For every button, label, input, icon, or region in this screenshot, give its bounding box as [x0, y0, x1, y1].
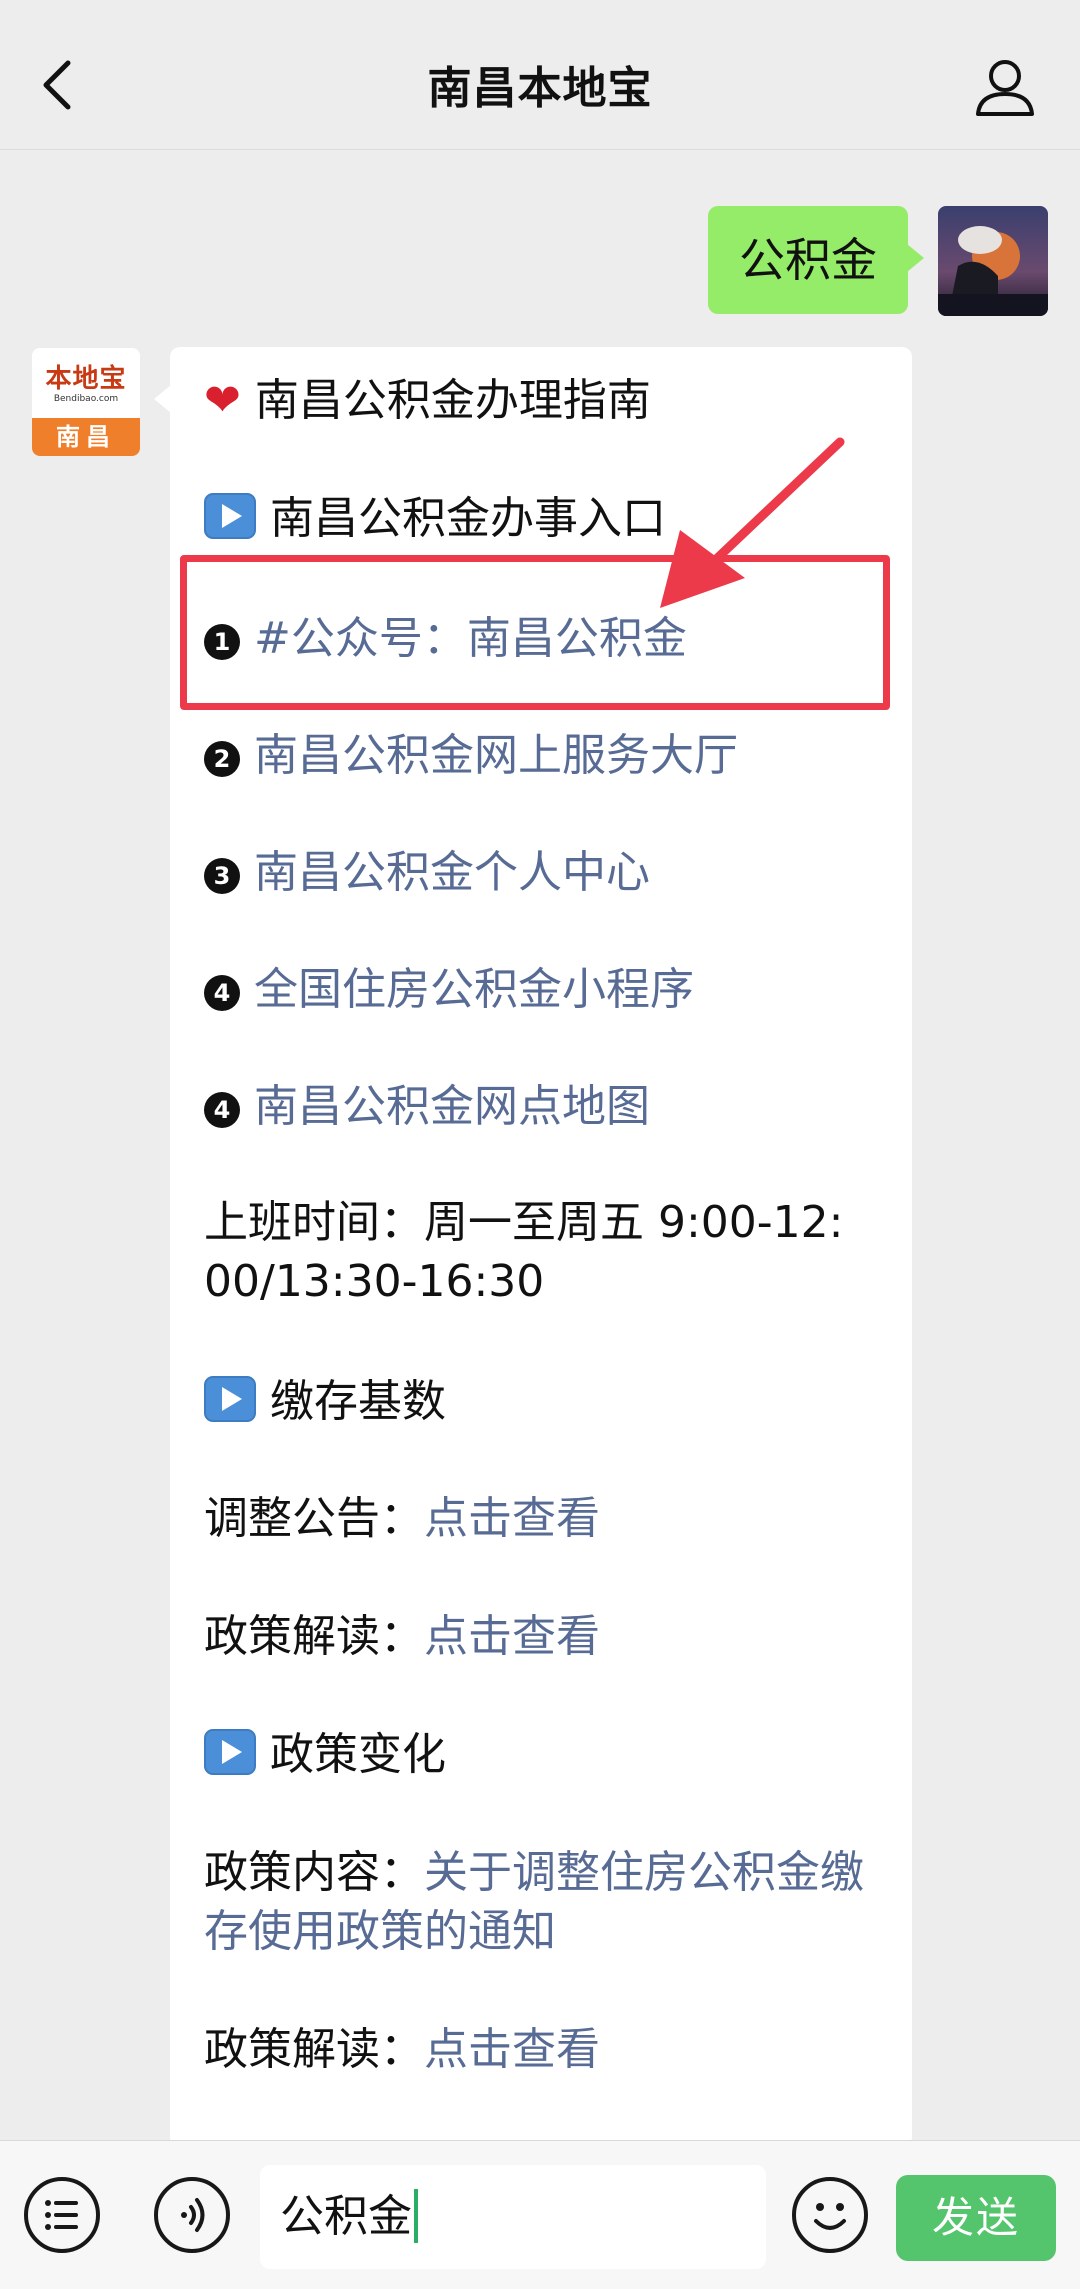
user-avatar[interactable] — [938, 206, 1048, 316]
person-icon — [976, 60, 1034, 116]
chat-input-bar: 公积金 发送 — [0, 2140, 1080, 2289]
entry-link-4[interactable]: 全国住房公积金小程序 — [254, 964, 694, 1015]
policy-content-link-cont[interactable]: 存使用政策的通知 — [204, 1906, 556, 1957]
policy-content-link[interactable]: 关于调整住房公积金缴 — [424, 1847, 864, 1898]
section-entry-heading: 南昌公积金办事入口 — [204, 490, 666, 548]
adjust-notice-row: 调整公告：点击查看 — [204, 1493, 600, 1544]
number-2-icon: 2 — [204, 741, 240, 777]
profile-button[interactable] — [970, 52, 1040, 122]
play-button-icon — [204, 1376, 256, 1422]
red-arrow-annotation — [660, 437, 845, 608]
voice-icon — [181, 2198, 205, 2232]
send-button[interactable]: 发送 — [896, 2175, 1056, 2261]
entry-link-2[interactable]: 南昌公积金网上服务大厅 — [254, 730, 738, 781]
play-button-icon — [204, 493, 256, 539]
section-base-heading: 缴存基数 — [204, 1373, 446, 1431]
adjust-notice-link[interactable]: 点击查看 — [424, 1493, 600, 1544]
avatar-image — [938, 206, 1048, 316]
policy-interpret-link[interactable]: 点击查看 — [424, 1611, 600, 1662]
policy-interpret-row: 政策解读：点击查看 — [204, 1611, 600, 1662]
play-button-icon — [204, 1729, 256, 1775]
guide-title: ❤ 南昌公积金办理指南 — [204, 375, 651, 426]
section-policy-heading: 政策变化 — [204, 1726, 446, 1784]
list-icon — [45, 2200, 78, 2230]
entry-item-3[interactable]: 3 南昌公积金个人中心 — [204, 844, 650, 902]
emoji-button[interactable] — [792, 2177, 868, 2253]
policy-interpret-link-2[interactable]: 点击查看 — [424, 2024, 600, 2075]
policy-interpret-row-2: 政策解读：点击查看 — [204, 2024, 600, 2075]
menu-list-button[interactable] — [24, 2177, 100, 2253]
entry-item-4[interactable]: 4 全国住房公积金小程序 — [204, 961, 694, 1019]
number-4-icon: 4 — [204, 975, 240, 1011]
brand-city-label: 南昌 — [32, 418, 140, 456]
voice-button[interactable] — [154, 2177, 230, 2253]
official-account-avatar[interactable]: 本地宝 Bendibao.com 南昌 — [32, 348, 140, 456]
office-hours-line-2: 00/13:30-16:30 — [204, 1256, 545, 1307]
message-input[interactable]: 公积金 — [260, 2165, 766, 2269]
entry-item-2[interactable]: 2 南昌公积金网上服务大厅 — [204, 727, 738, 785]
policy-content-row-2: 存使用政策的通知 — [204, 1903, 556, 1961]
entry-item-5[interactable]: 4 南昌公积金网点地图 — [204, 1078, 650, 1136]
number-4-icon: 4 — [204, 1092, 240, 1128]
chat-header: 南昌本地宝 — [0, 0, 1080, 150]
chat-title: 南昌本地宝 — [427, 63, 653, 114]
entry-link-5[interactable]: 南昌公积金网点地图 — [254, 1081, 650, 1132]
number-3-icon: 3 — [204, 858, 240, 894]
heart-icon: ❤ — [204, 375, 241, 426]
policy-content-row: 政策内容：关于调整住房公积金缴 — [204, 1847, 864, 1898]
text-cursor — [414, 2189, 418, 2243]
brand-url-text: Bendibao.com — [53, 394, 119, 404]
brand-logo-text: 本地宝 — [45, 364, 127, 394]
entry-link-3[interactable]: 南昌公积金个人中心 — [254, 847, 650, 898]
outgoing-message-bubble[interactable]: 公积金 — [708, 206, 924, 314]
office-hours-line-1: 上班时间：周一至周五 9:00-12: — [204, 1197, 844, 1248]
smiley-icon — [814, 2203, 846, 2230]
